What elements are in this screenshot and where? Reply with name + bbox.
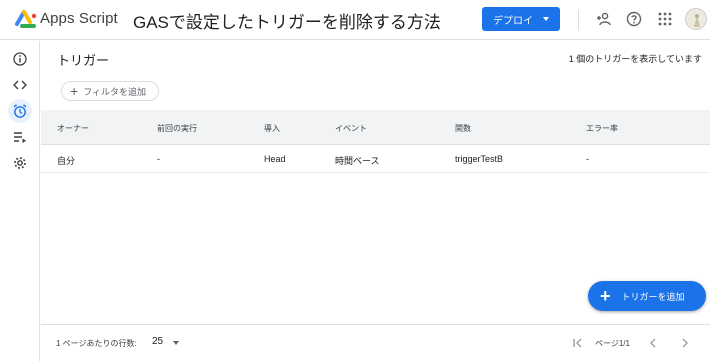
column-last-run[interactable]: 前回の実行 bbox=[157, 123, 197, 134]
cell-event: 時間ベース bbox=[335, 156, 380, 166]
table-header: オーナー 前回の実行 導入 イベント 関数 エラー率 bbox=[41, 110, 710, 145]
alarm-clock-icon[interactable] bbox=[8, 99, 32, 123]
apps-grid-icon[interactable] bbox=[655, 9, 675, 29]
first-page-icon[interactable] bbox=[570, 335, 586, 351]
code-icon[interactable] bbox=[8, 73, 32, 97]
column-deployment[interactable]: 導入 bbox=[264, 123, 280, 134]
triggers-panel: トリガー 1 個のトリガーを表示しています + フィルタを追加 オーナー 前回の… bbox=[41, 41, 710, 361]
column-function[interactable]: 関数 bbox=[455, 123, 471, 134]
gear-icon[interactable] bbox=[8, 151, 32, 175]
cell-error-rate: - bbox=[586, 154, 589, 164]
previous-page-icon[interactable] bbox=[645, 335, 661, 351]
next-page-icon[interactable] bbox=[677, 335, 693, 351]
add-person-icon[interactable] bbox=[594, 9, 614, 29]
cell-deployment: Head bbox=[264, 154, 286, 164]
project-title[interactable]: GASで設定したトリガーを削除する方法 bbox=[133, 8, 441, 33]
rows-per-page-label: 1 ページあたりの行数: bbox=[56, 339, 137, 348]
chevron-down-icon[interactable] bbox=[173, 341, 179, 345]
add-trigger-label: トリガーを追加 bbox=[621, 291, 685, 302]
plus-icon: + bbox=[70, 83, 79, 99]
column-owner[interactable]: オーナー bbox=[57, 123, 89, 134]
side-rail bbox=[0, 41, 40, 361]
add-filter-label: フィルタを追加 bbox=[83, 86, 147, 97]
deploy-button-label: デプロイ bbox=[493, 15, 533, 27]
trigger-count-text: 1 個のトリガーを表示しています bbox=[568, 54, 702, 64]
table-footer: 1 ページあたりの行数: 25 ページ1/1 bbox=[41, 324, 710, 361]
page-title: トリガー bbox=[57, 53, 110, 68]
chevron-down-icon bbox=[543, 17, 549, 21]
help-icon[interactable] bbox=[624, 9, 644, 29]
table-row[interactable]: 自分 - Head 時間ベース triggerTestB - bbox=[41, 145, 710, 173]
deploy-button[interactable]: デプロイ bbox=[482, 7, 560, 31]
cell-function: triggerTestB bbox=[455, 154, 504, 164]
app-header: Apps Script GASで設定したトリガーを削除する方法 デプロイ bbox=[0, 0, 710, 40]
app-name[interactable]: Apps Script bbox=[40, 10, 118, 27]
column-error-rate[interactable]: エラー率 bbox=[586, 123, 618, 134]
header-divider bbox=[578, 10, 579, 30]
info-icon[interactable] bbox=[8, 47, 32, 71]
add-filter-button[interactable]: + フィルタを追加 bbox=[61, 81, 159, 101]
account-avatar[interactable] bbox=[685, 8, 707, 30]
column-event[interactable]: イベント bbox=[335, 123, 367, 134]
apps-script-logo-icon[interactable] bbox=[14, 8, 38, 30]
cell-last-run: - bbox=[157, 154, 160, 164]
cell-owner: 自分 bbox=[57, 156, 76, 166]
executions-icon[interactable] bbox=[8, 125, 32, 149]
rows-per-page-select[interactable]: 25 bbox=[152, 336, 163, 347]
plus-icon: + bbox=[600, 286, 611, 306]
page-info: ページ1/1 bbox=[595, 339, 630, 348]
add-trigger-button[interactable]: + トリガーを追加 bbox=[588, 281, 706, 311]
